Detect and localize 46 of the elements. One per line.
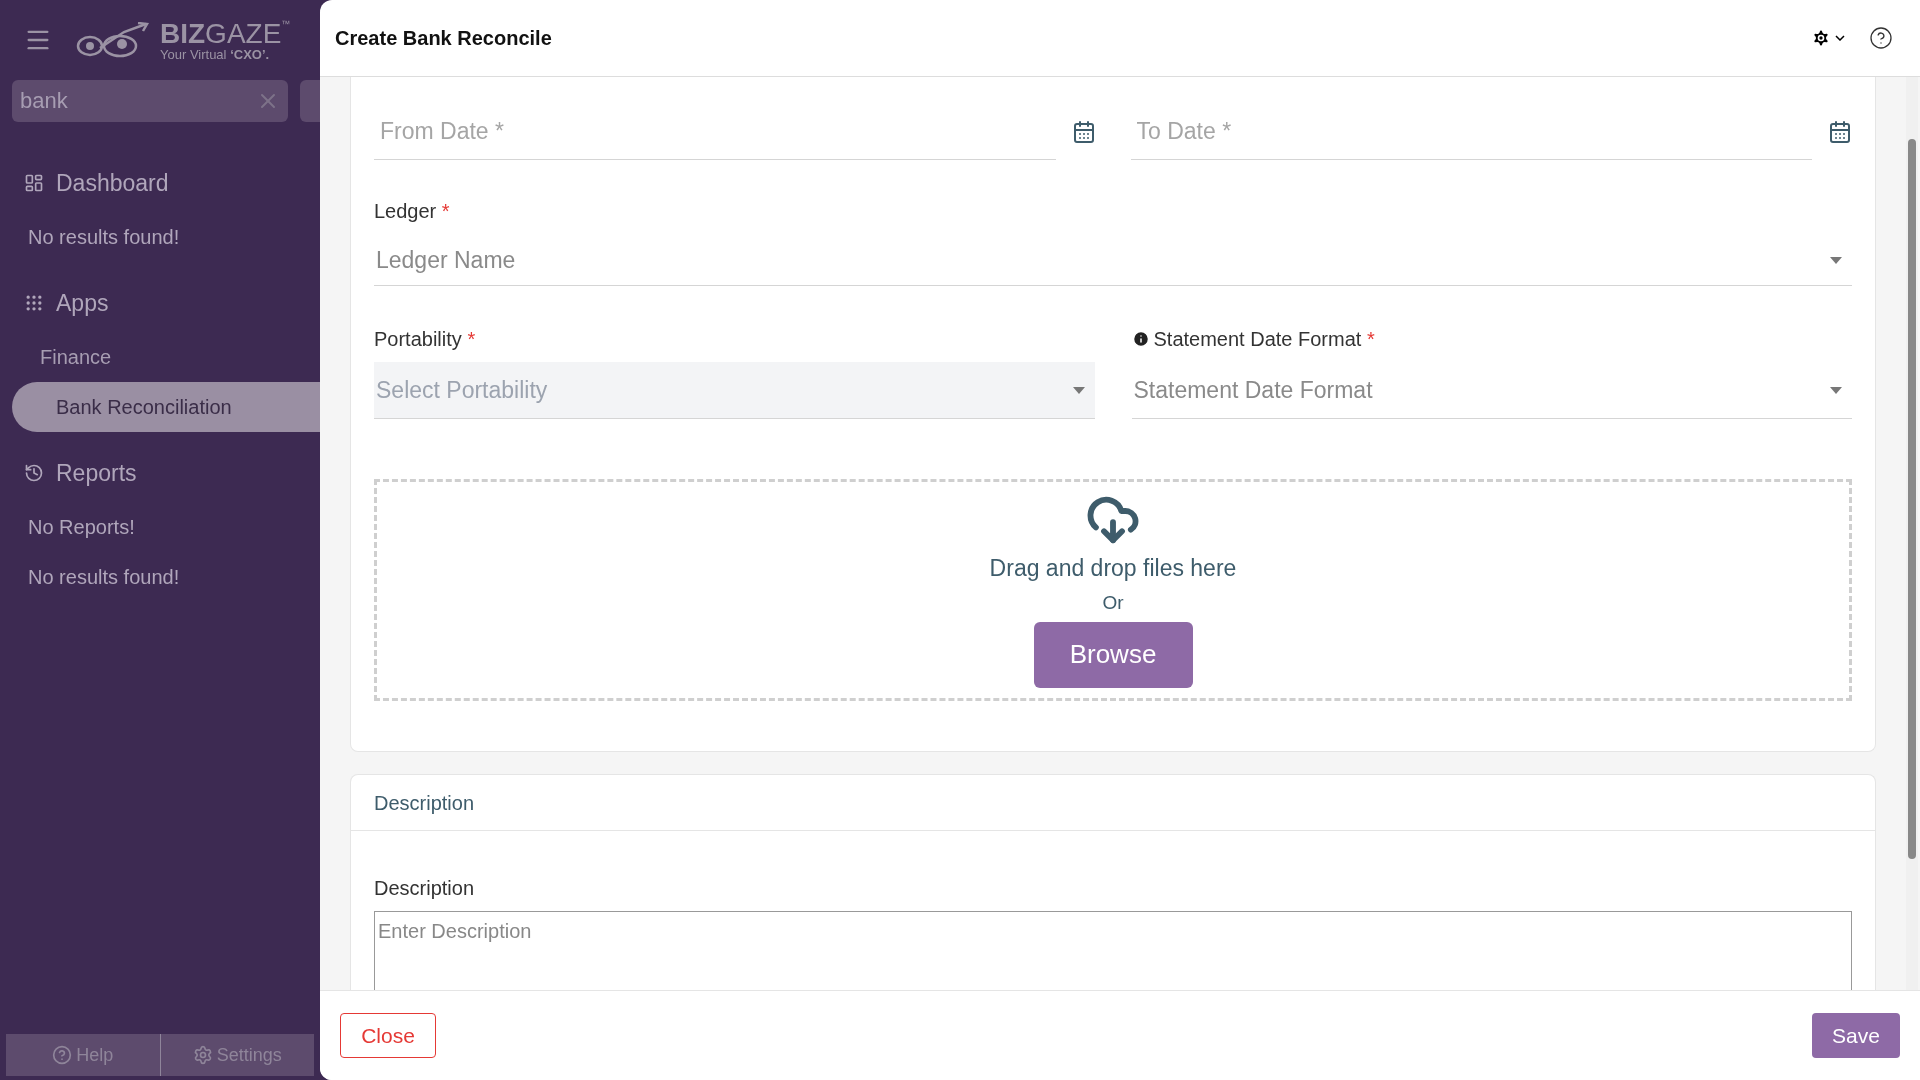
trademark: ™ xyxy=(281,19,291,29)
nav-item[interactable]: Finance xyxy=(0,332,320,382)
calendar-icon[interactable] xyxy=(1828,119,1852,144)
drop-instruction: Drag and drop files here xyxy=(989,553,1237,583)
browse-button[interactable]: Browse xyxy=(1033,621,1193,688)
empty-message: No results found! xyxy=(27,565,181,590)
settings-menu-button[interactable] xyxy=(1811,28,1845,48)
card-title: Description xyxy=(374,790,475,816)
field-label: Statement Date Format * xyxy=(1153,327,1375,352)
nav-item[interactable]: Bank Reconciliation xyxy=(12,382,320,432)
field-label: Description xyxy=(374,876,476,901)
scrollbar[interactable] xyxy=(1906,77,1918,990)
section-heading: Apps xyxy=(56,288,109,318)
tagline: Your Virtual ‘CXO’. xyxy=(160,47,271,61)
empty-message: No results found! xyxy=(27,225,181,250)
drop-zone[interactable]: Drag and drop files here Or Browse xyxy=(374,479,1852,701)
search-field[interactable]: bank xyxy=(12,80,289,122)
eyes-logo-icon xyxy=(76,22,152,58)
help-icon xyxy=(52,1045,73,1065)
date-field[interactable]: To Date * xyxy=(1130,103,1812,160)
or-text: Or xyxy=(1102,591,1124,615)
calendar-icon[interactable] xyxy=(1071,119,1096,144)
grid-icon xyxy=(24,293,44,313)
chevron-down-icon xyxy=(1835,35,1845,41)
gear-icon xyxy=(192,1045,213,1065)
section-heading: Reports xyxy=(56,458,137,488)
field-label: Ledger * xyxy=(374,199,451,224)
caret-icon xyxy=(1072,386,1085,394)
help-icon[interactable] xyxy=(1869,26,1893,50)
empty-message: No Reports! xyxy=(27,515,136,540)
caret-icon xyxy=(1830,257,1842,264)
date-field[interactable]: From Date * xyxy=(374,103,1056,160)
panel-title: Create Bank Reconcile xyxy=(335,26,552,51)
dashboard-icon xyxy=(24,173,44,193)
settings-button[interactable]: Settings xyxy=(159,1034,314,1076)
save-button[interactable]: Save xyxy=(1812,1013,1900,1058)
caret-icon xyxy=(1830,386,1842,394)
help-button[interactable]: Help xyxy=(6,1034,160,1076)
history-icon xyxy=(24,463,44,483)
gear-icon xyxy=(1811,28,1831,48)
close-button[interactable]: Close xyxy=(340,1013,436,1058)
section-heading: Dashboard xyxy=(56,168,169,198)
info-icon[interactable] xyxy=(1131,330,1150,348)
select-field[interactable]: Ledger Name xyxy=(374,236,1852,286)
brand-name: BIZGAZE xyxy=(160,19,282,48)
field-label: Portability * xyxy=(374,327,477,352)
